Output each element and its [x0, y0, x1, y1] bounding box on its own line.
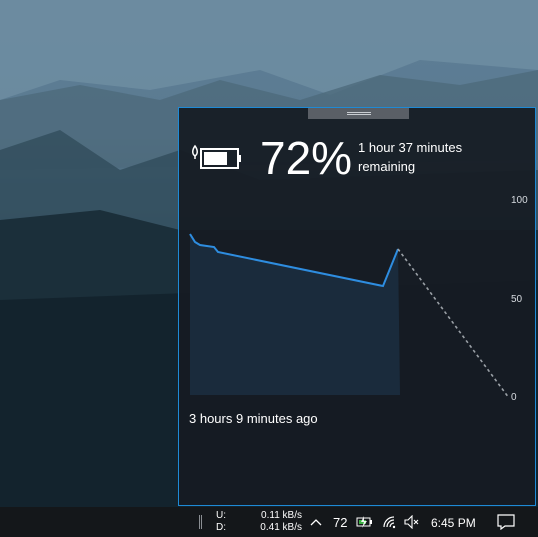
- upload-label: U:: [216, 510, 226, 521]
- wifi-icon[interactable]: [380, 507, 400, 537]
- battery-flyout: 72% 1 hour 37 minutes remaining 100 50 0…: [178, 107, 536, 506]
- net-speed-values[interactable]: 0.11 kB/s 0.41 kB/s: [256, 510, 302, 534]
- chevron-up-icon[interactable]: [306, 507, 326, 537]
- download-label: D:: [216, 522, 226, 533]
- upload-value: 0.11 kB/s: [261, 510, 302, 521]
- y-tick-50: 50: [511, 294, 523, 305]
- taskbar: U: D: 0.11 kB/s 0.41 kB/s 72 6:45 PM: [0, 507, 538, 537]
- download-value: 0.41 kB/s: [260, 522, 302, 533]
- battery-tray-icon[interactable]: [355, 507, 375, 537]
- y-tick-0: 0: [511, 392, 517, 403]
- taskbar-separator: [199, 515, 202, 529]
- y-tick-100: 100: [511, 195, 528, 206]
- notification-icon[interactable]: [495, 507, 517, 537]
- battery-tray-number[interactable]: 72: [333, 515, 347, 530]
- battery-history-graph: 100 50 0: [189, 195, 528, 403]
- net-speed-labels: U: D:: [216, 510, 226, 534]
- volume-muted-icon[interactable]: [402, 507, 422, 537]
- history-area: [190, 234, 400, 395]
- taskbar-clock[interactable]: 6:45 PM: [431, 516, 476, 530]
- history-duration-label: 3 hours 9 minutes ago: [189, 411, 318, 426]
- projection-line: [397, 248, 510, 399]
